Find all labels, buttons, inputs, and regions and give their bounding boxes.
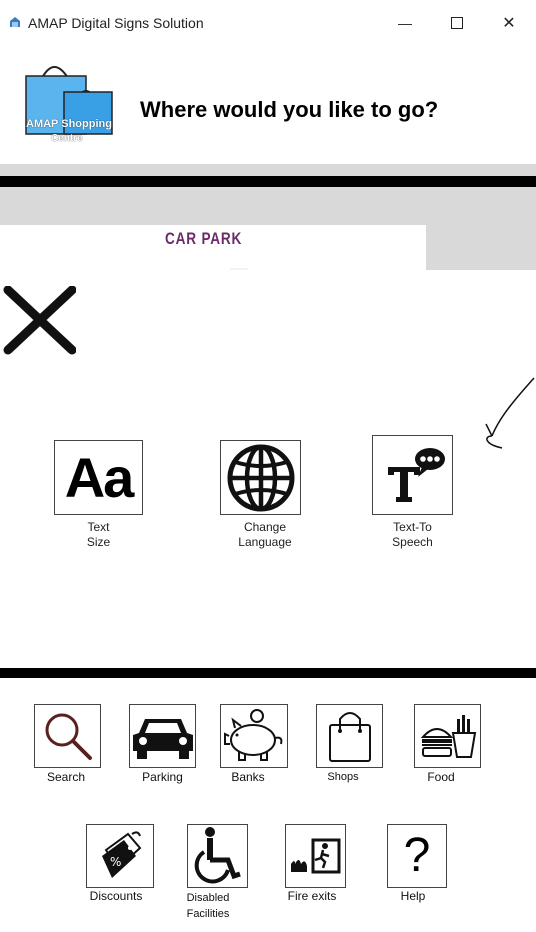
header-divider <box>0 164 536 176</box>
piggy-bank-icon <box>224 709 283 761</box>
text-size-button[interactable]: Aa <box>54 440 143 515</box>
banks-label: Banks <box>231 770 265 784</box>
fire-exits-button[interactable] <box>285 824 346 888</box>
header-divider-black <box>0 176 536 187</box>
logo-text-secondary: Centre <box>51 133 83 144</box>
pointer-arrow-icon <box>485 377 535 449</box>
shops-label: Shops <box>327 771 359 783</box>
text-to-speech-icon <box>387 448 445 502</box>
close-button[interactable]: ✕ <box>486 8 532 38</box>
map-strip <box>0 187 536 225</box>
search-icon <box>45 713 92 760</box>
help-button[interactable]: ? <box>387 824 447 888</box>
discounts-button[interactable]: % <box>86 824 154 888</box>
change-language-button[interactable] <box>220 440 301 515</box>
map-block <box>426 225 536 270</box>
maximize-icon <box>451 17 463 29</box>
shops-button[interactable] <box>316 704 383 768</box>
nav-divider <box>0 668 536 678</box>
car-icon <box>132 719 193 759</box>
title-bar: AMAP Digital Signs Solution — ✕ <box>0 0 536 46</box>
globe-icon <box>227 444 294 511</box>
close-icon: ✕ <box>502 15 516 32</box>
disabled-facilities-label: Disabled Facilities <box>186 892 230 920</box>
car-park-label: CAR PARK <box>165 229 243 248</box>
text-to-speech-button[interactable] <box>372 435 453 515</box>
food-label: Food <box>427 770 455 784</box>
discount-tag-icon: % <box>102 831 142 878</box>
minimize-button[interactable]: — <box>382 8 428 38</box>
page-title: Where would you like to go? <box>140 97 439 122</box>
burger-fries-icon <box>420 715 476 758</box>
parking-label: Parking <box>142 770 183 784</box>
svg-text:%: % <box>110 855 121 869</box>
fire-exit-icon <box>290 838 340 874</box>
shopping-bag-outline-icon <box>328 712 371 762</box>
text-to-speech-label: Text-To Speech <box>392 520 433 549</box>
text-size-label: Text Size <box>86 520 111 549</box>
food-button[interactable] <box>414 704 481 768</box>
close-overlay-icon[interactable] <box>2 286 76 356</box>
search-label: Search <box>46 770 86 784</box>
text-size-icon: Aa <box>64 445 135 509</box>
disabled-facilities-button[interactable] <box>187 824 248 888</box>
search-button[interactable] <box>34 704 101 768</box>
window-title: AMAP Digital Signs Solution <box>28 15 204 31</box>
change-language-label: Change Language <box>238 520 292 549</box>
maximize-button[interactable] <box>434 8 480 38</box>
fire-exits-label: Fire exits <box>287 889 337 903</box>
map-mark <box>230 268 248 270</box>
minimize-icon: — <box>398 15 412 31</box>
banks-button[interactable] <box>220 704 288 768</box>
help-label: Help <box>400 889 426 903</box>
question-mark-icon: ? <box>403 829 431 882</box>
logo-text: AMAP Shopping <box>26 118 112 130</box>
wheelchair-icon <box>194 827 241 884</box>
parking-button[interactable] <box>129 704 196 768</box>
app-icon <box>10 17 20 27</box>
discounts-label: Discounts <box>89 889 143 903</box>
